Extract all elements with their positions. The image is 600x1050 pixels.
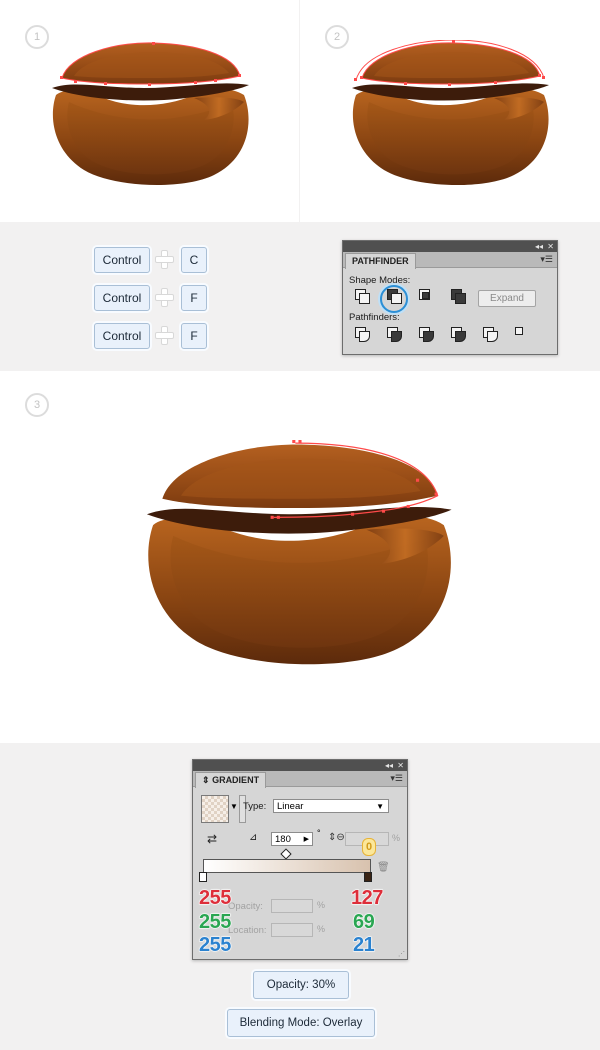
trash-icon[interactable]: 🗑 (377, 862, 390, 873)
plus-icon (155, 288, 174, 307)
shape-modes-label: Shape Modes: (349, 275, 411, 286)
panel-titlebar[interactable]: ◂◂ ✕ (343, 241, 557, 252)
control-key: Control (94, 285, 150, 311)
panel-menu-icon[interactable]: ▾☰ (390, 773, 403, 784)
degree-symbol: ° (317, 828, 321, 838)
bean-illustration-step-2 (352, 40, 549, 186)
bean-illustration-step-3 (146, 440, 452, 665)
collapse-icon[interactable]: ◂◂ (535, 241, 543, 252)
gradient-stop-right[interactable] (364, 872, 372, 882)
opacity-percent: % (317, 900, 326, 910)
blending-mode-note: Blending Mode: Overlay (227, 1009, 375, 1037)
angle-input[interactable]: 180 ▶ (271, 832, 313, 846)
merge-icon[interactable] (419, 327, 437, 345)
panel-titlebar[interactable]: ◂◂ ✕ (193, 760, 407, 771)
location-percent: % (317, 924, 326, 934)
panel-menu-icon[interactable]: ▾☰ (540, 254, 553, 265)
location-label: Location: (228, 925, 267, 936)
left-stop-blue: 255 (199, 934, 232, 957)
pathfinders-label: Pathfinders: (349, 312, 400, 323)
aspect-ratio-percent: % (392, 833, 401, 843)
collapse-icon[interactable]: ◂◂ (385, 760, 393, 771)
control-key: Control (94, 247, 150, 273)
left-stop-green: 255 (199, 911, 232, 934)
aspect-ratio-value-badge: 0 (362, 838, 376, 856)
step-3-badge: 3 (25, 393, 49, 417)
opacity-input (271, 899, 313, 913)
tab-gradient-label: GRADIENT (212, 775, 260, 785)
outline-icon[interactable] (483, 327, 501, 345)
divide-icon[interactable] (355, 327, 373, 345)
close-icon[interactable]: ✕ (547, 241, 554, 252)
aspect-ratio-icon: ⇕⊖ (328, 832, 345, 843)
type-select[interactable]: Linear ▼ (273, 799, 389, 813)
resize-grip-icon[interactable]: ⋰ (398, 950, 405, 958)
dropdown-icon: ▼ (376, 802, 384, 811)
unite-icon[interactable] (355, 289, 373, 307)
tab-gradient[interactable]: ⇕ GRADIENT (195, 772, 267, 788)
c-key: C (181, 247, 207, 273)
reverse-gradient-icon[interactable]: ⇄ (207, 832, 217, 846)
minus-back-icon[interactable] (515, 327, 533, 345)
f-key: F (181, 323, 207, 349)
trim-icon[interactable] (387, 327, 405, 345)
intersect-icon[interactable] (419, 289, 437, 307)
right-stop-green: 69 (352, 911, 375, 934)
location-input (271, 923, 313, 937)
gradient-slider[interactable] (203, 859, 371, 873)
left-stop-red: 255 (199, 887, 232, 910)
close-icon[interactable]: ✕ (397, 760, 404, 771)
opacity-note: Opacity: 30% (253, 971, 349, 999)
gradient-swatch[interactable] (201, 795, 229, 823)
minus-front-icon[interactable] (387, 289, 405, 307)
expand-button[interactable]: Expand (478, 290, 536, 307)
dropdown-icon[interactable]: ▼ (230, 802, 238, 811)
exclude-icon[interactable] (451, 289, 469, 307)
control-key: Control (94, 323, 150, 349)
swap-icon: ⇕ (202, 775, 210, 785)
plus-icon (155, 326, 174, 345)
right-stop-blue: 21 (352, 934, 375, 957)
f-key: F (181, 285, 207, 311)
tab-pathfinder[interactable]: PATHFINDER (345, 253, 416, 269)
gradient-panel: ◂◂ ✕ ⇕ GRADIENT ▾☰ ▼ Type: Linear ▼ ⇄ ⊿ 1… (192, 759, 408, 960)
right-stop-red: 127 (351, 887, 384, 910)
crop-icon[interactable] (451, 327, 469, 345)
gradient-midpoint-icon[interactable] (280, 848, 292, 860)
type-label: Type: (243, 801, 267, 812)
angle-icon: ⊿ (249, 832, 258, 843)
angle-value: 180 (275, 834, 291, 845)
bean-illustration-step-1 (52, 42, 249, 186)
plus-icon (155, 250, 174, 269)
gradient-stop-left[interactable] (199, 872, 207, 882)
pathfinder-panel: ◂◂ ✕ PATHFINDER ▾☰ Shape Modes: Expand P… (342, 240, 558, 355)
opacity-label: Opacity: (228, 901, 263, 912)
type-value: Linear (277, 801, 304, 812)
